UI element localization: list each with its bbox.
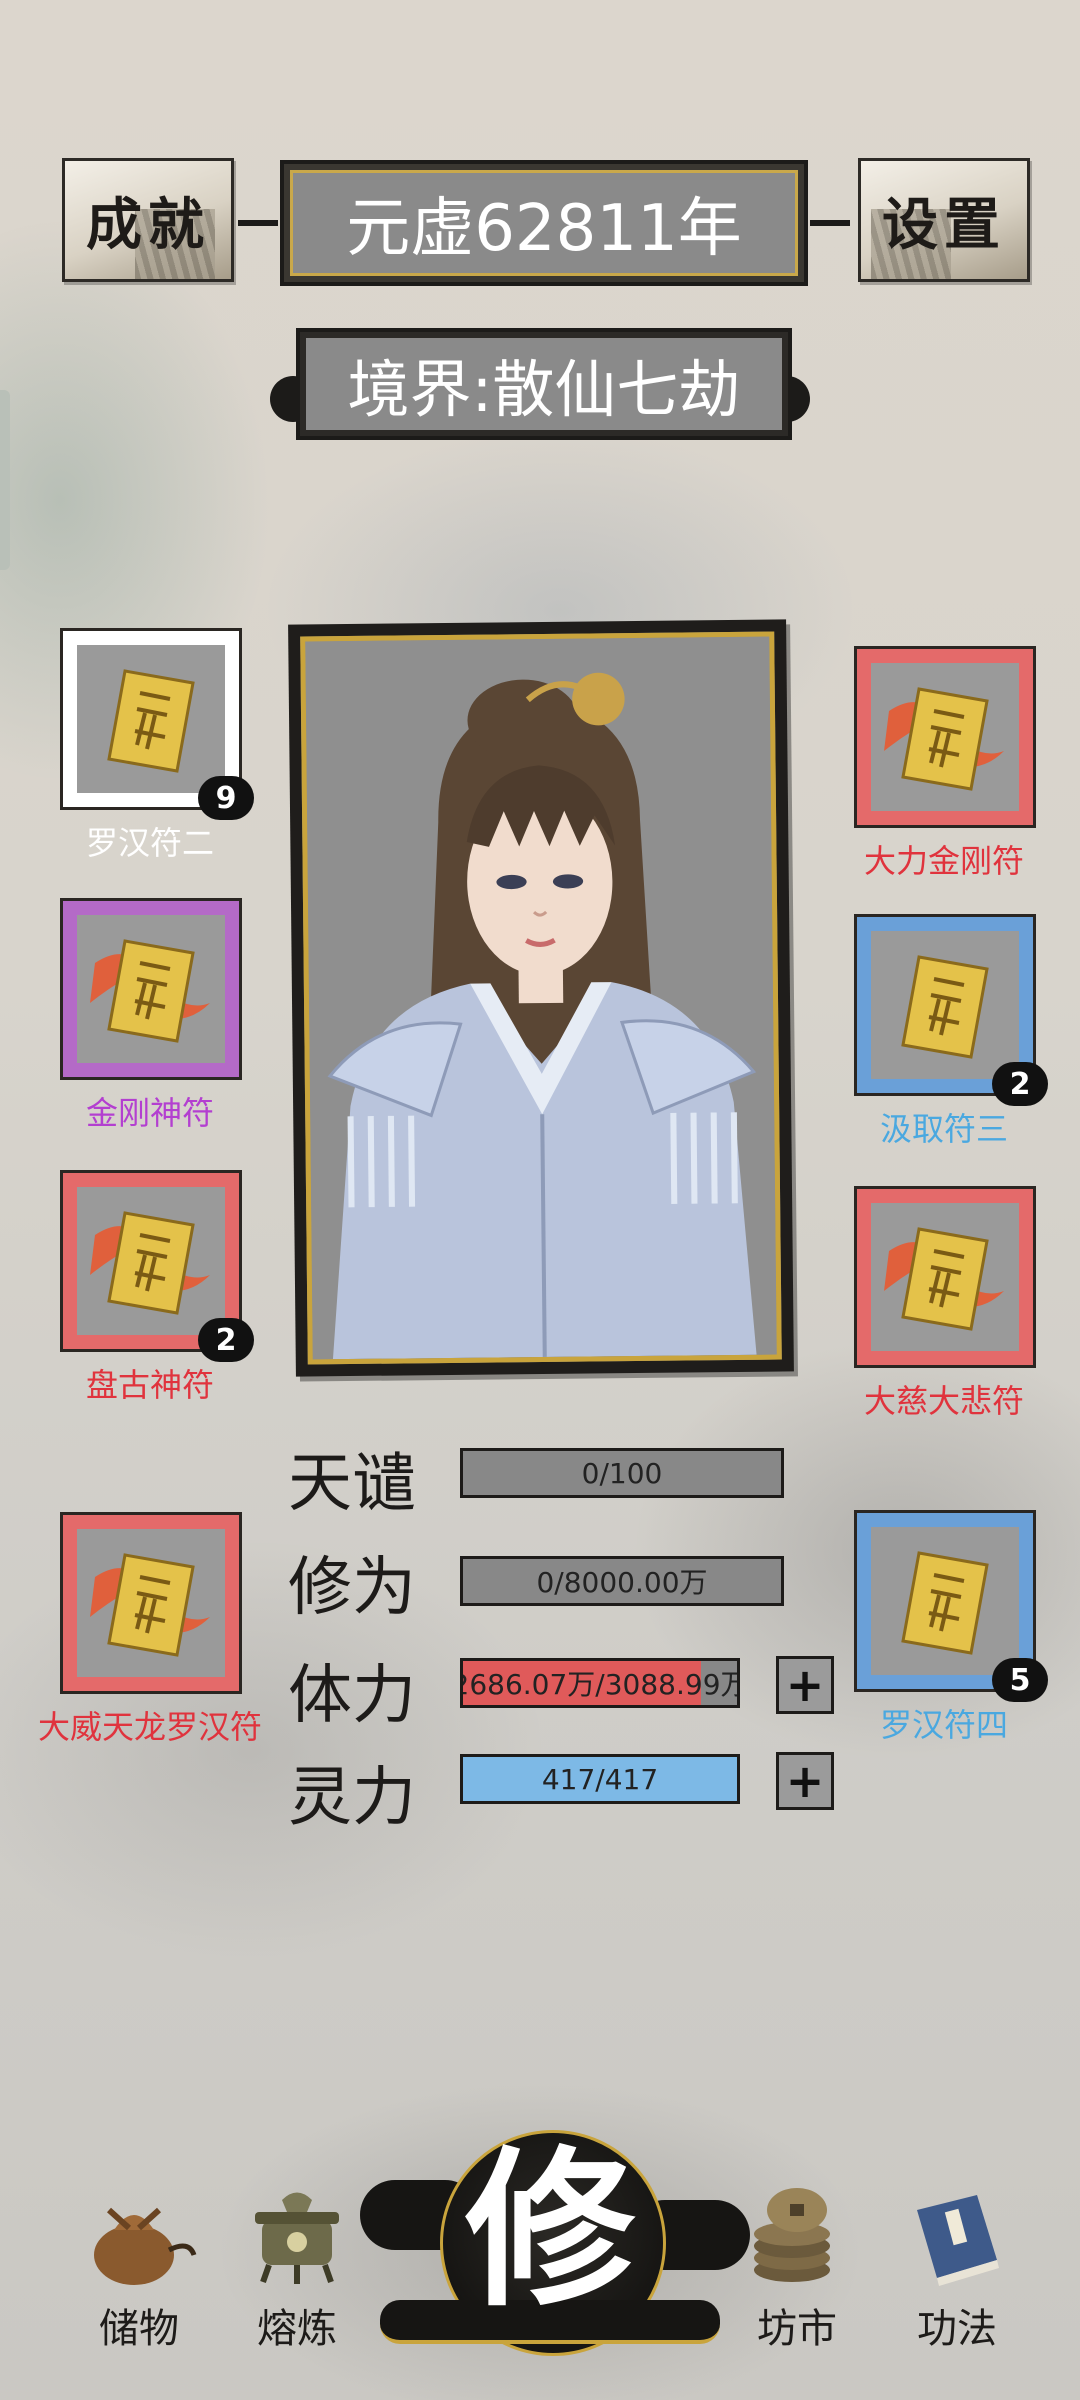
talisman-name: 盘古神符 [85,1366,215,1404]
talisman-slot[interactable]: 5 罗汉符四 [854,1510,1048,1744]
pouch-icon [94,2207,197,2285]
character-portrait-frame[interactable] [288,619,794,1377]
plaque-rail-left [238,220,278,226]
year-plaque: 元虚62811年 [238,160,850,286]
talisman-ribbon-icon [90,1211,210,1315]
talisman-name: 大威天龙罗汉符 [37,1708,263,1746]
talisman-name: 罗汉符二 [85,824,215,862]
lingli-bar: 417/417 [460,1754,740,1804]
coin-stack-icon [754,2188,830,2282]
tili-bar: 2686.07万/3088.99万 [460,1658,740,1708]
nav-smelt-label: 熔炼 [257,2306,337,2352]
talisman-name: 汲取符三 [879,1110,1009,1148]
talisman-slot[interactable]: 9 罗汉符二 [60,628,254,862]
cauldron-icon [255,2192,339,2284]
talisman-name: 罗汉符四 [879,1706,1009,1744]
count-badge: 9 [198,776,254,820]
talisman-name: 大力金刚符 [863,842,1025,880]
stat-label-lingli: 灵力 [288,1761,416,1835]
talisman-slot[interactable]: 2 盘古神符 [60,1170,254,1404]
talisman-icon [901,955,989,1059]
stat-label-tianqian: 天谴 [288,1447,416,1521]
talisman-name: 大慈大悲符 [863,1382,1025,1420]
character-illustration [305,636,777,1360]
talisman-ribbon-icon [884,687,1004,791]
nav-market[interactable]: 坊市 [722,2180,872,2354]
xiuwei-value: 0/8000.00万 [536,1566,708,1599]
nav-market-label: 坊市 [757,2306,837,2352]
talisman-box [60,898,242,1080]
realm-text: 境界:散仙七劫 [347,353,741,426]
tili-value: 2686.07万/3088.99万 [460,1668,740,1701]
tianqian-bar: 0/100 [460,1448,784,1498]
talisman-box [60,1512,242,1694]
count-badge: 2 [198,1318,254,1362]
talisman-slot[interactable]: 金刚神符 [60,898,242,1132]
achievement-button[interactable]: 成就 [62,158,234,282]
lingli-value: 417/417 [541,1762,659,1796]
year-text: 元虚62811年 [346,192,742,266]
lingli-plus-button[interactable]: + [776,1752,834,1810]
nav-skills[interactable]: 功法 [882,2180,1032,2354]
nav-storage[interactable]: 储物 [64,2180,214,2354]
talisman-ribbon-icon [90,939,210,1043]
talisman-name: 金刚神符 [85,1094,215,1132]
character-portrait [300,631,782,1365]
achievement-label: 成就 [86,191,210,258]
talisman-ribbon-icon [90,1553,210,1657]
talisman-ribbon-icon [884,1227,1004,1331]
settings-button[interactable]: 设置 [858,158,1030,282]
cultivate-button[interactable]: 修 [360,2110,750,2360]
stat-label-xiuwei: 修为 [288,1551,416,1625]
count-badge: 2 [992,1062,1048,1106]
talisman-slot[interactable]: 大威天龙罗汉符 [38,1512,262,1746]
talisman-box [854,1186,1036,1368]
realm-plaque: 境界:散仙七劫 [296,328,792,440]
talisman-slot[interactable]: 大慈大悲符 [854,1186,1036,1420]
settings-label: 设置 [882,191,1006,258]
talisman-icon [901,1551,989,1655]
talisman-box [854,646,1036,828]
talisman-slot[interactable]: 2 汲取符三 [854,914,1048,1148]
nav-smelt[interactable]: 熔炼 [222,2180,372,2354]
tili-plus-button[interactable]: + [776,1656,834,1714]
tianqian-value: 0/100 [581,1456,663,1490]
stat-label-tili: 体力 [288,1659,416,1733]
plaque-rail-right [810,220,850,226]
nav-storage-label: 储物 [99,2306,179,2352]
talisman-slot[interactable]: 大力金刚符 [854,646,1036,880]
cultivate-glyph: 修 [464,2130,635,2330]
book-icon [917,2195,999,2286]
nav-skills-label: 功法 [917,2306,997,2352]
xiuwei-bar: 0/8000.00万 [460,1556,784,1606]
count-badge: 5 [992,1658,1048,1702]
talisman-icon [107,669,195,773]
side-drawer-handle[interactable] [0,390,10,570]
